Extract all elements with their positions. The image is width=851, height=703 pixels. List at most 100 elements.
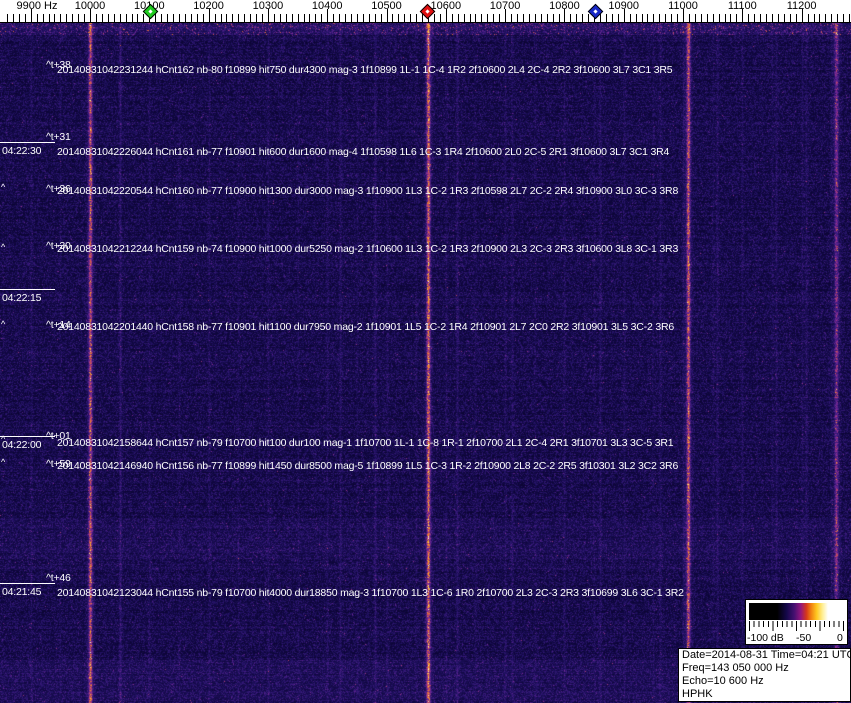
ruler-tick bbox=[647, 14, 649, 22]
ruler-tick bbox=[161, 14, 163, 22]
ruler-tick bbox=[36, 14, 38, 22]
ruler-tick bbox=[196, 14, 198, 22]
ruler-tick bbox=[190, 14, 192, 22]
ruler-tick bbox=[333, 14, 335, 22]
ruler-tick bbox=[552, 14, 554, 22]
ruler-tick bbox=[321, 14, 323, 22]
left-edge-detection-mark: ^ bbox=[1, 457, 6, 467]
ruler-frequency-label: 10600 bbox=[430, 0, 462, 12]
ruler-tick bbox=[398, 14, 400, 22]
spectrum-lab-window: 9900 Hz100001010010200103001040010500106… bbox=[0, 0, 851, 703]
ruler-tick bbox=[24, 14, 26, 22]
left-edge-detection-mark: ^ bbox=[1, 319, 6, 329]
ruler-tick bbox=[582, 14, 584, 22]
ruler-tick bbox=[617, 14, 619, 22]
ruler-tick bbox=[273, 14, 275, 22]
ruler-tick bbox=[339, 14, 341, 22]
ruler-frequency-label: 10900 bbox=[608, 0, 639, 12]
ruler-tick bbox=[600, 14, 601, 22]
ruler-frequency-label: 10300 bbox=[252, 0, 284, 12]
timestamp-label: 04:21:45 bbox=[2, 586, 42, 598]
ruler-tick bbox=[534, 14, 536, 22]
ruler-tick bbox=[178, 14, 180, 22]
ruler-tick bbox=[605, 14, 607, 22]
ruler-tick bbox=[119, 14, 121, 22]
detection-log-text: 20140831042231244 hCnt162 nb-80 f10899 h… bbox=[57, 64, 673, 76]
ruler-tick bbox=[576, 14, 578, 22]
ruler-tick bbox=[238, 14, 240, 22]
ruler-tick bbox=[131, 14, 133, 22]
ruler-tick bbox=[665, 14, 667, 22]
ruler-tick bbox=[795, 14, 797, 22]
ruler-tick bbox=[849, 14, 850, 22]
ruler-tick bbox=[167, 14, 169, 22]
ruler-tick bbox=[291, 14, 293, 22]
ruler-tick bbox=[546, 14, 548, 22]
ruler-tick bbox=[72, 14, 74, 22]
ruler-tick bbox=[517, 14, 518, 22]
ruler-tick bbox=[315, 14, 317, 22]
ruler-tick bbox=[380, 14, 382, 22]
ruler-tick bbox=[356, 14, 358, 22]
ruler-tick bbox=[279, 14, 281, 22]
ruler-tick bbox=[309, 14, 311, 22]
ruler-tick bbox=[522, 14, 524, 22]
ruler-tick bbox=[66, 14, 68, 22]
left-edge-detection-mark: ^ bbox=[1, 242, 6, 252]
frequency-ruler[interactable]: 9900 Hz100001010010200103001040010500106… bbox=[0, 0, 851, 23]
ruler-tick bbox=[457, 14, 459, 22]
detection-log-text: 20140831042212244 hCnt159 nb-74 f10900 h… bbox=[57, 243, 679, 255]
ruler-tick bbox=[84, 14, 86, 22]
ruler-tick bbox=[700, 14, 702, 22]
ruler-tick bbox=[837, 14, 839, 22]
ruler-tick bbox=[404, 14, 406, 22]
ruler-tick bbox=[760, 14, 762, 22]
ruler-tick bbox=[825, 14, 827, 22]
ruler-tick bbox=[410, 14, 412, 22]
detection-time-marker: ^t+31 bbox=[46, 131, 71, 143]
ruler-tick bbox=[250, 14, 252, 22]
ruler-tick bbox=[688, 14, 690, 22]
ruler-tick bbox=[439, 14, 441, 22]
info-frequency: Freq=143 050 000 Hz bbox=[682, 662, 789, 674]
ruler-tick bbox=[487, 14, 489, 22]
ruler-tick bbox=[748, 14, 750, 22]
detection-log-text: 20140831042201440 hCnt158 nb-77 f10901 h… bbox=[57, 321, 675, 333]
ruler-tick bbox=[671, 14, 673, 22]
ruler-tick bbox=[493, 14, 495, 22]
detection-time-marker: ^t+46 bbox=[46, 572, 71, 584]
ruler-tick bbox=[297, 14, 299, 22]
ruler-tick bbox=[540, 14, 542, 22]
info-date-time: Date=2014-08-31 Time=04:21 UTC bbox=[682, 649, 851, 661]
spectrogram-waterfall[interactable] bbox=[0, 22, 851, 703]
ruler-tick bbox=[463, 14, 465, 22]
detection-log-text: 20140831042220544 hCnt160 nb-77 f10900 h… bbox=[57, 185, 679, 197]
ruler-tick bbox=[214, 14, 216, 22]
timestamp-label: 04:22:15 bbox=[2, 292, 42, 304]
ruler-tick bbox=[511, 14, 512, 22]
ruler-frequency-label: 9900 Hz bbox=[16, 0, 58, 12]
ruler-tick bbox=[730, 14, 732, 22]
db-color-scale: -100 dB -50 0 bbox=[745, 599, 848, 645]
ruler-tick bbox=[736, 14, 738, 22]
color-gradient-bar bbox=[749, 603, 843, 620]
ruler-tick bbox=[42, 14, 44, 22]
ruler-tick bbox=[718, 14, 720, 22]
ruler-tick bbox=[54, 14, 56, 22]
ruler-tick bbox=[143, 14, 145, 22]
detection-log-text: 20140831042123044 hCnt155 nb-79 f10700 h… bbox=[57, 587, 684, 599]
ruler-tick bbox=[392, 14, 394, 22]
ruler-tick bbox=[262, 14, 263, 22]
status-info-box: Date=2014-08-31 Time=04:21 UTC Freq=143 … bbox=[678, 648, 851, 702]
info-echo: Echo=10 600 Hz bbox=[682, 675, 764, 687]
ruler-tick bbox=[558, 14, 560, 22]
ruler-tick bbox=[244, 14, 246, 22]
detection-log-text: 20140831042146940 hCnt156 nb-77 f10899 h… bbox=[57, 460, 679, 472]
ruler-frequency-label: 10700 bbox=[489, 0, 521, 12]
ruler-tick bbox=[659, 14, 661, 22]
ruler-tick bbox=[777, 14, 779, 22]
ruler-tick bbox=[499, 14, 501, 22]
ruler-tick bbox=[125, 14, 127, 22]
left-edge-detection-mark: ^ bbox=[1, 434, 6, 444]
ruler-tick bbox=[807, 14, 809, 22]
